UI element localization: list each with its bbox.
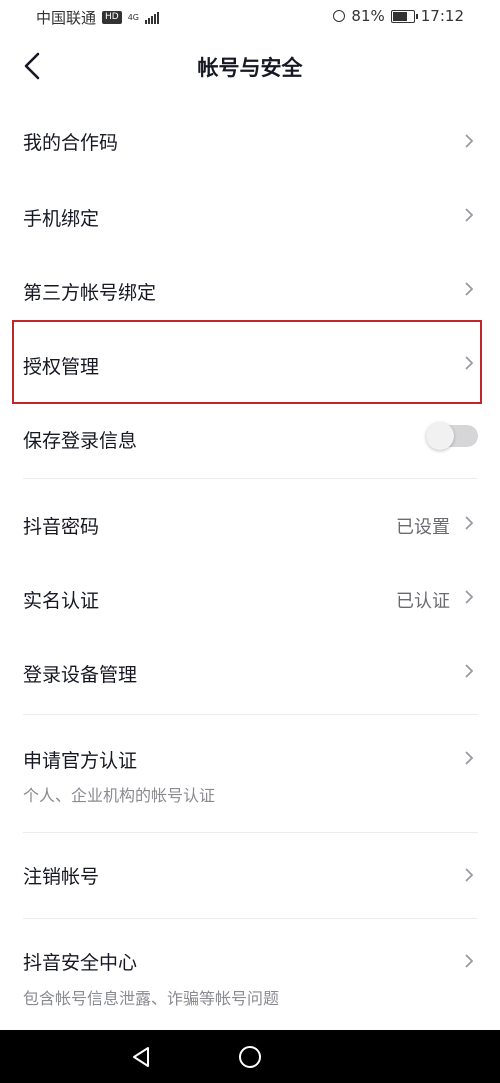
alarm-icon	[333, 10, 346, 22]
triangle-back-icon[interactable]	[130, 1045, 154, 1069]
chevron-right-icon	[465, 282, 474, 296]
row-label: 注销帐号	[23, 866, 100, 888]
chevron-right-icon	[465, 516, 474, 530]
row-subtitle: 个人、企业机构的帐号认证	[23, 786, 216, 805]
chevron-right-icon	[465, 954, 474, 968]
row-phone-binding[interactable]: 手机绑定	[0, 178, 500, 252]
carrier-name: 中国联通	[36, 9, 97, 27]
chevron-right-icon	[465, 356, 474, 370]
row-label: 抖音密码	[23, 516, 100, 538]
divider	[23, 714, 478, 715]
divider	[23, 478, 478, 479]
row-label: 保存登录信息	[23, 430, 138, 452]
row-official-verification[interactable]: 申请官方认证 个人、企业机构的帐号认证	[0, 720, 500, 830]
signal-icon	[145, 11, 160, 24]
row-label: 实名认证	[23, 590, 100, 612]
chevron-right-icon	[465, 590, 474, 604]
chevron-right-icon	[465, 868, 474, 882]
row-douyin-password[interactable]: 抖音密码 已设置	[0, 486, 500, 560]
divider	[23, 832, 478, 833]
row-security-center[interactable]: 抖音安全中心 包含帐号信息泄露、诈骗等帐号问题	[0, 924, 500, 1028]
row-authorization[interactable]: 授权管理	[0, 326, 500, 400]
row-label: 抖音安全中心	[23, 952, 138, 974]
circle-home-icon[interactable]	[238, 1045, 262, 1069]
row-third-party-binding[interactable]: 第三方帐号绑定	[0, 252, 500, 326]
chevron-right-icon	[465, 664, 474, 678]
row-label: 手机绑定	[23, 208, 100, 230]
clock: 17:12	[420, 7, 464, 25]
divider	[23, 918, 478, 919]
nav-bar: 帐号与安全	[0, 34, 500, 98]
row-label: 登录设备管理	[23, 664, 138, 686]
toggle-knob	[426, 422, 454, 450]
save-login-toggle[interactable]	[426, 422, 478, 450]
row-partner-code[interactable]: 我的合作码	[0, 104, 500, 178]
row-real-name[interactable]: 实名认证 已认证	[0, 560, 500, 634]
row-deactivate[interactable]: 注销帐号	[0, 838, 500, 916]
row-label: 我的合作码	[23, 132, 119, 154]
hd-badge: HD	[102, 11, 122, 24]
row-save-login: 保存登录信息	[0, 400, 500, 474]
row-label: 第三方帐号绑定	[23, 282, 157, 304]
row-label: 授权管理	[23, 356, 100, 378]
row-device-management[interactable]: 登录设备管理	[0, 634, 500, 708]
row-subtitle: 包含帐号信息泄露、诈骗等帐号问题	[23, 989, 280, 1008]
row-value: 已设置	[396, 517, 450, 538]
row-label: 申请官方认证	[23, 750, 138, 772]
network-type: 4G	[127, 13, 140, 22]
system-nav-bar	[0, 1030, 500, 1083]
chevron-right-icon	[465, 751, 474, 765]
status-bar: 中国联通 HD 4G 81% 17:12	[0, 0, 500, 34]
page-title: 帐号与安全	[197, 56, 303, 80]
battery-percent: 81%	[351, 7, 385, 25]
battery-icon	[390, 9, 418, 23]
row-value: 已认证	[396, 591, 450, 612]
chevron-right-icon	[465, 134, 474, 148]
chevron-right-icon	[465, 208, 474, 222]
